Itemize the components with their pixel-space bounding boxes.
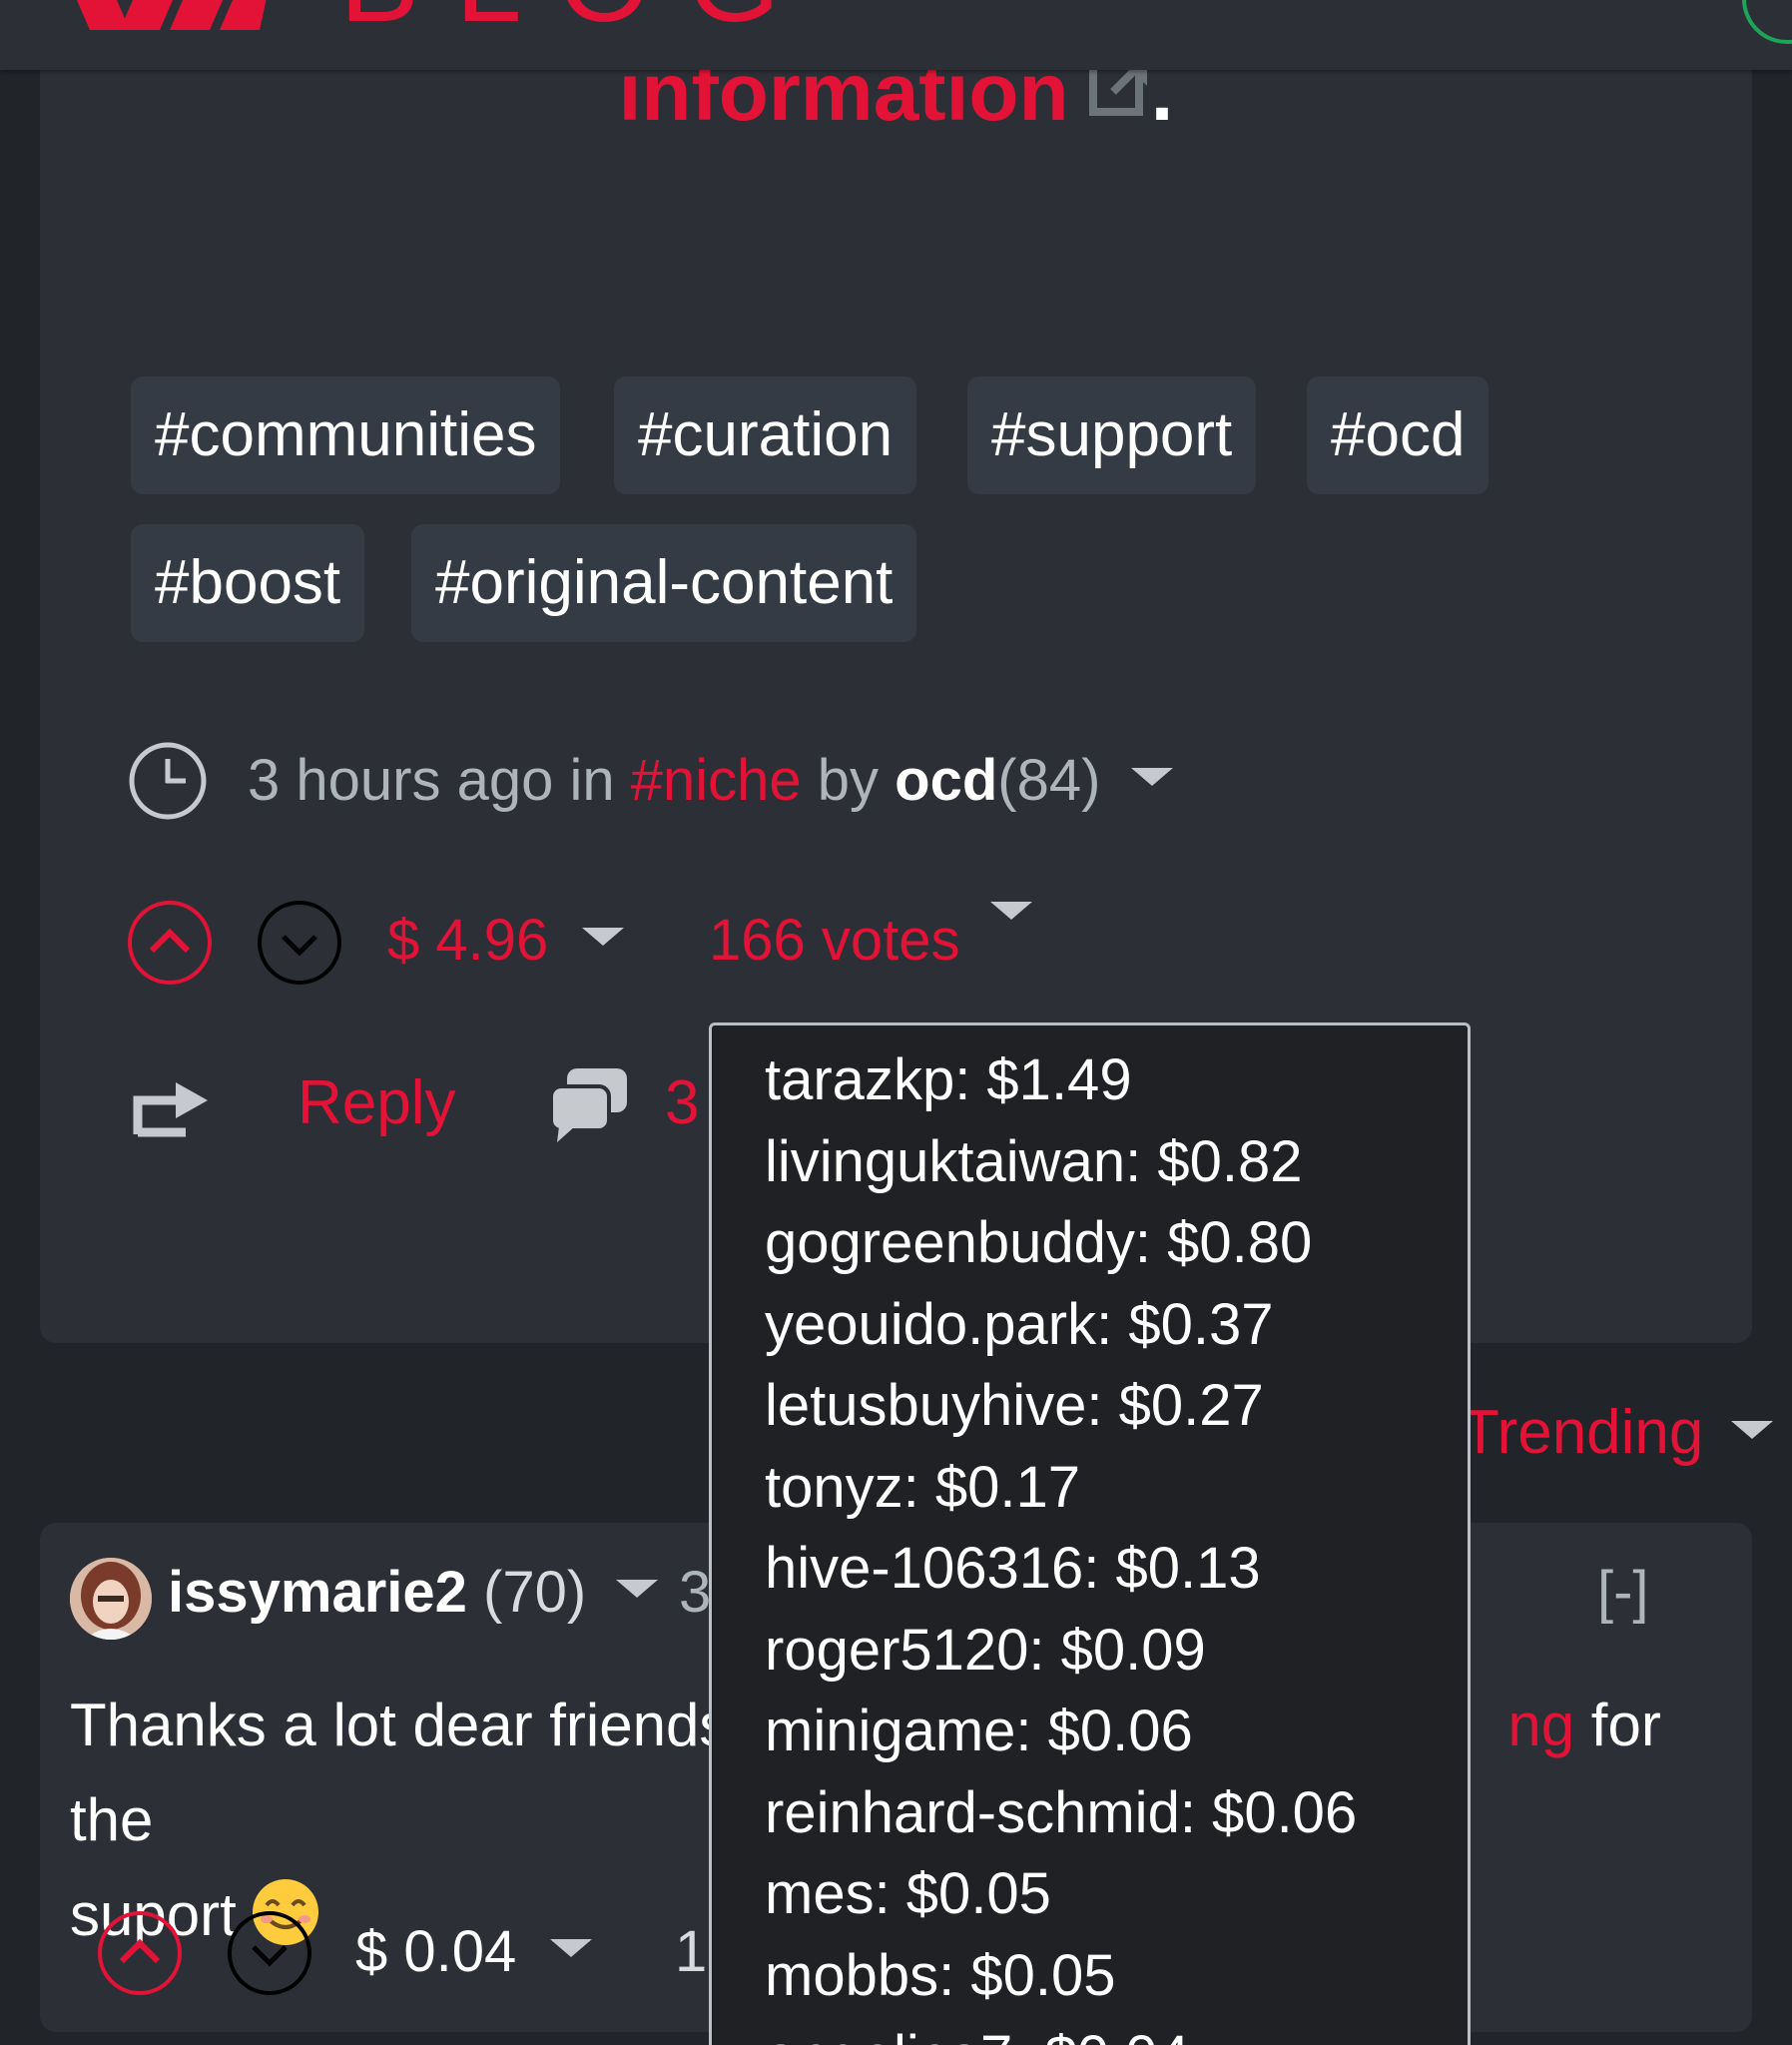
tag-communities[interactable]: #communities [131, 376, 561, 494]
voter-row[interactable]: minigame: $0.06 [765, 1691, 1468, 1772]
reblog-icon[interactable] [132, 1078, 210, 1140]
votes-count-link[interactable]: 166 votes [709, 901, 1032, 981]
comment-text-start: Thanks a lot dear friends [70, 1692, 730, 1758]
author-menu-caret-icon[interactable] [1130, 768, 1173, 786]
tag-ocd[interactable]: #ocd [1307, 376, 1490, 494]
avatar-image [70, 1558, 152, 1640]
comment-link-fragment[interactable]: ng [1507, 1692, 1574, 1758]
voter-row[interactable]: tarazkp: $1.49 [765, 1039, 1468, 1121]
voter-row[interactable]: mobbs: $0.05 [765, 1935, 1468, 2017]
comment-author-caret-icon[interactable] [616, 1580, 659, 1598]
voter-row[interactable]: hive-106316: $0.13 [765, 1528, 1468, 1610]
voter-row[interactable]: yeouido.park: $0.37 [765, 1284, 1468, 1366]
community-link[interactable]: #niche [631, 748, 802, 813]
tag-support[interactable]: #support [967, 376, 1257, 494]
downvote-icon [258, 901, 341, 985]
sort-label: Trending [1462, 1398, 1704, 1467]
by-label: by [817, 748, 880, 813]
tag-original-content[interactable]: #original-content [411, 524, 917, 642]
sort-dropdown[interactable]: Trending [1462, 1393, 1774, 1473]
comment-time[interactable]: 3 [679, 1553, 711, 1633]
comment-author-name[interactable]: issymarie2 [168, 1560, 467, 1625]
voter-row[interactable]: angelica7: $0.04 [765, 2016, 1468, 2045]
votes-count: 166 votes [709, 908, 960, 973]
comments-count[interactable]: 3 [665, 1063, 699, 1143]
clock-icon [129, 742, 207, 820]
comment-payout[interactable]: $ 0.04 [355, 1912, 593, 1992]
comment-payout-caret-icon[interactable] [550, 1939, 593, 1957]
downvote-button[interactable] [256, 899, 343, 987]
comment-downvote-button[interactable] [226, 1909, 313, 1997]
site-logo-text[interactable]: BLOG [339, 0, 816, 40]
post-time: 3 hours ago in [248, 748, 615, 813]
post-payout[interactable]: $ 4.96 [387, 901, 625, 981]
votes-caret-icon[interactable] [989, 902, 1032, 920]
upvote-button[interactable] [126, 899, 214, 987]
author-reputation: (84) [997, 748, 1101, 813]
author-link[interactable]: ocd [895, 748, 997, 813]
voter-row[interactable]: tonyz: $0.17 [765, 1447, 1468, 1529]
post-payout-value: $ 4.96 [387, 908, 549, 973]
tag-boost[interactable]: #boost [131, 524, 365, 642]
user-avatar[interactable] [1742, 0, 1792, 44]
voter-row[interactable]: mes: $0.05 [765, 1853, 1468, 1935]
comment-votes-count[interactable]: 1 [675, 1912, 707, 1992]
upvote-icon [98, 1911, 182, 1995]
comments-icon[interactable] [549, 1066, 629, 1142]
comment-author-avatar[interactable] [70, 1558, 152, 1640]
voter-row[interactable]: roger5120: $0.09 [765, 1610, 1468, 1692]
comment-payout-value: $ 0.04 [355, 1919, 517, 1984]
sort-caret-icon [1731, 1421, 1774, 1439]
comment-upvote-button[interactable] [96, 1909, 184, 1997]
upvote-icon [128, 901, 212, 985]
comment-collapse-toggle[interactable]: [-] [1597, 1553, 1649, 1633]
voters-tooltip: tarazkp: $1.49 livinguktaiwan: $0.82 gog… [709, 1022, 1471, 2045]
comment-author[interactable]: issymarie2 (70) [168, 1553, 659, 1633]
voter-row[interactable]: gogreenbuddy: $0.80 [765, 1202, 1468, 1284]
voter-row[interactable]: reinhard-schmid: $0.06 [765, 1772, 1468, 1854]
voter-row[interactable]: livinguktaiwan: $0.82 [765, 1121, 1468, 1203]
reply-button[interactable]: Reply [298, 1063, 456, 1143]
hive-logo-icon[interactable] [70, 0, 270, 30]
site-header: BLOG [0, 0, 1792, 70]
downvote-icon [228, 1911, 311, 1995]
payout-caret-icon[interactable] [582, 928, 625, 946]
tag-curation[interactable]: #curation [614, 376, 917, 494]
comment-author-reputation: (70) [483, 1560, 587, 1625]
voter-row[interactable]: letusbuyhive: $0.27 [765, 1365, 1468, 1447]
